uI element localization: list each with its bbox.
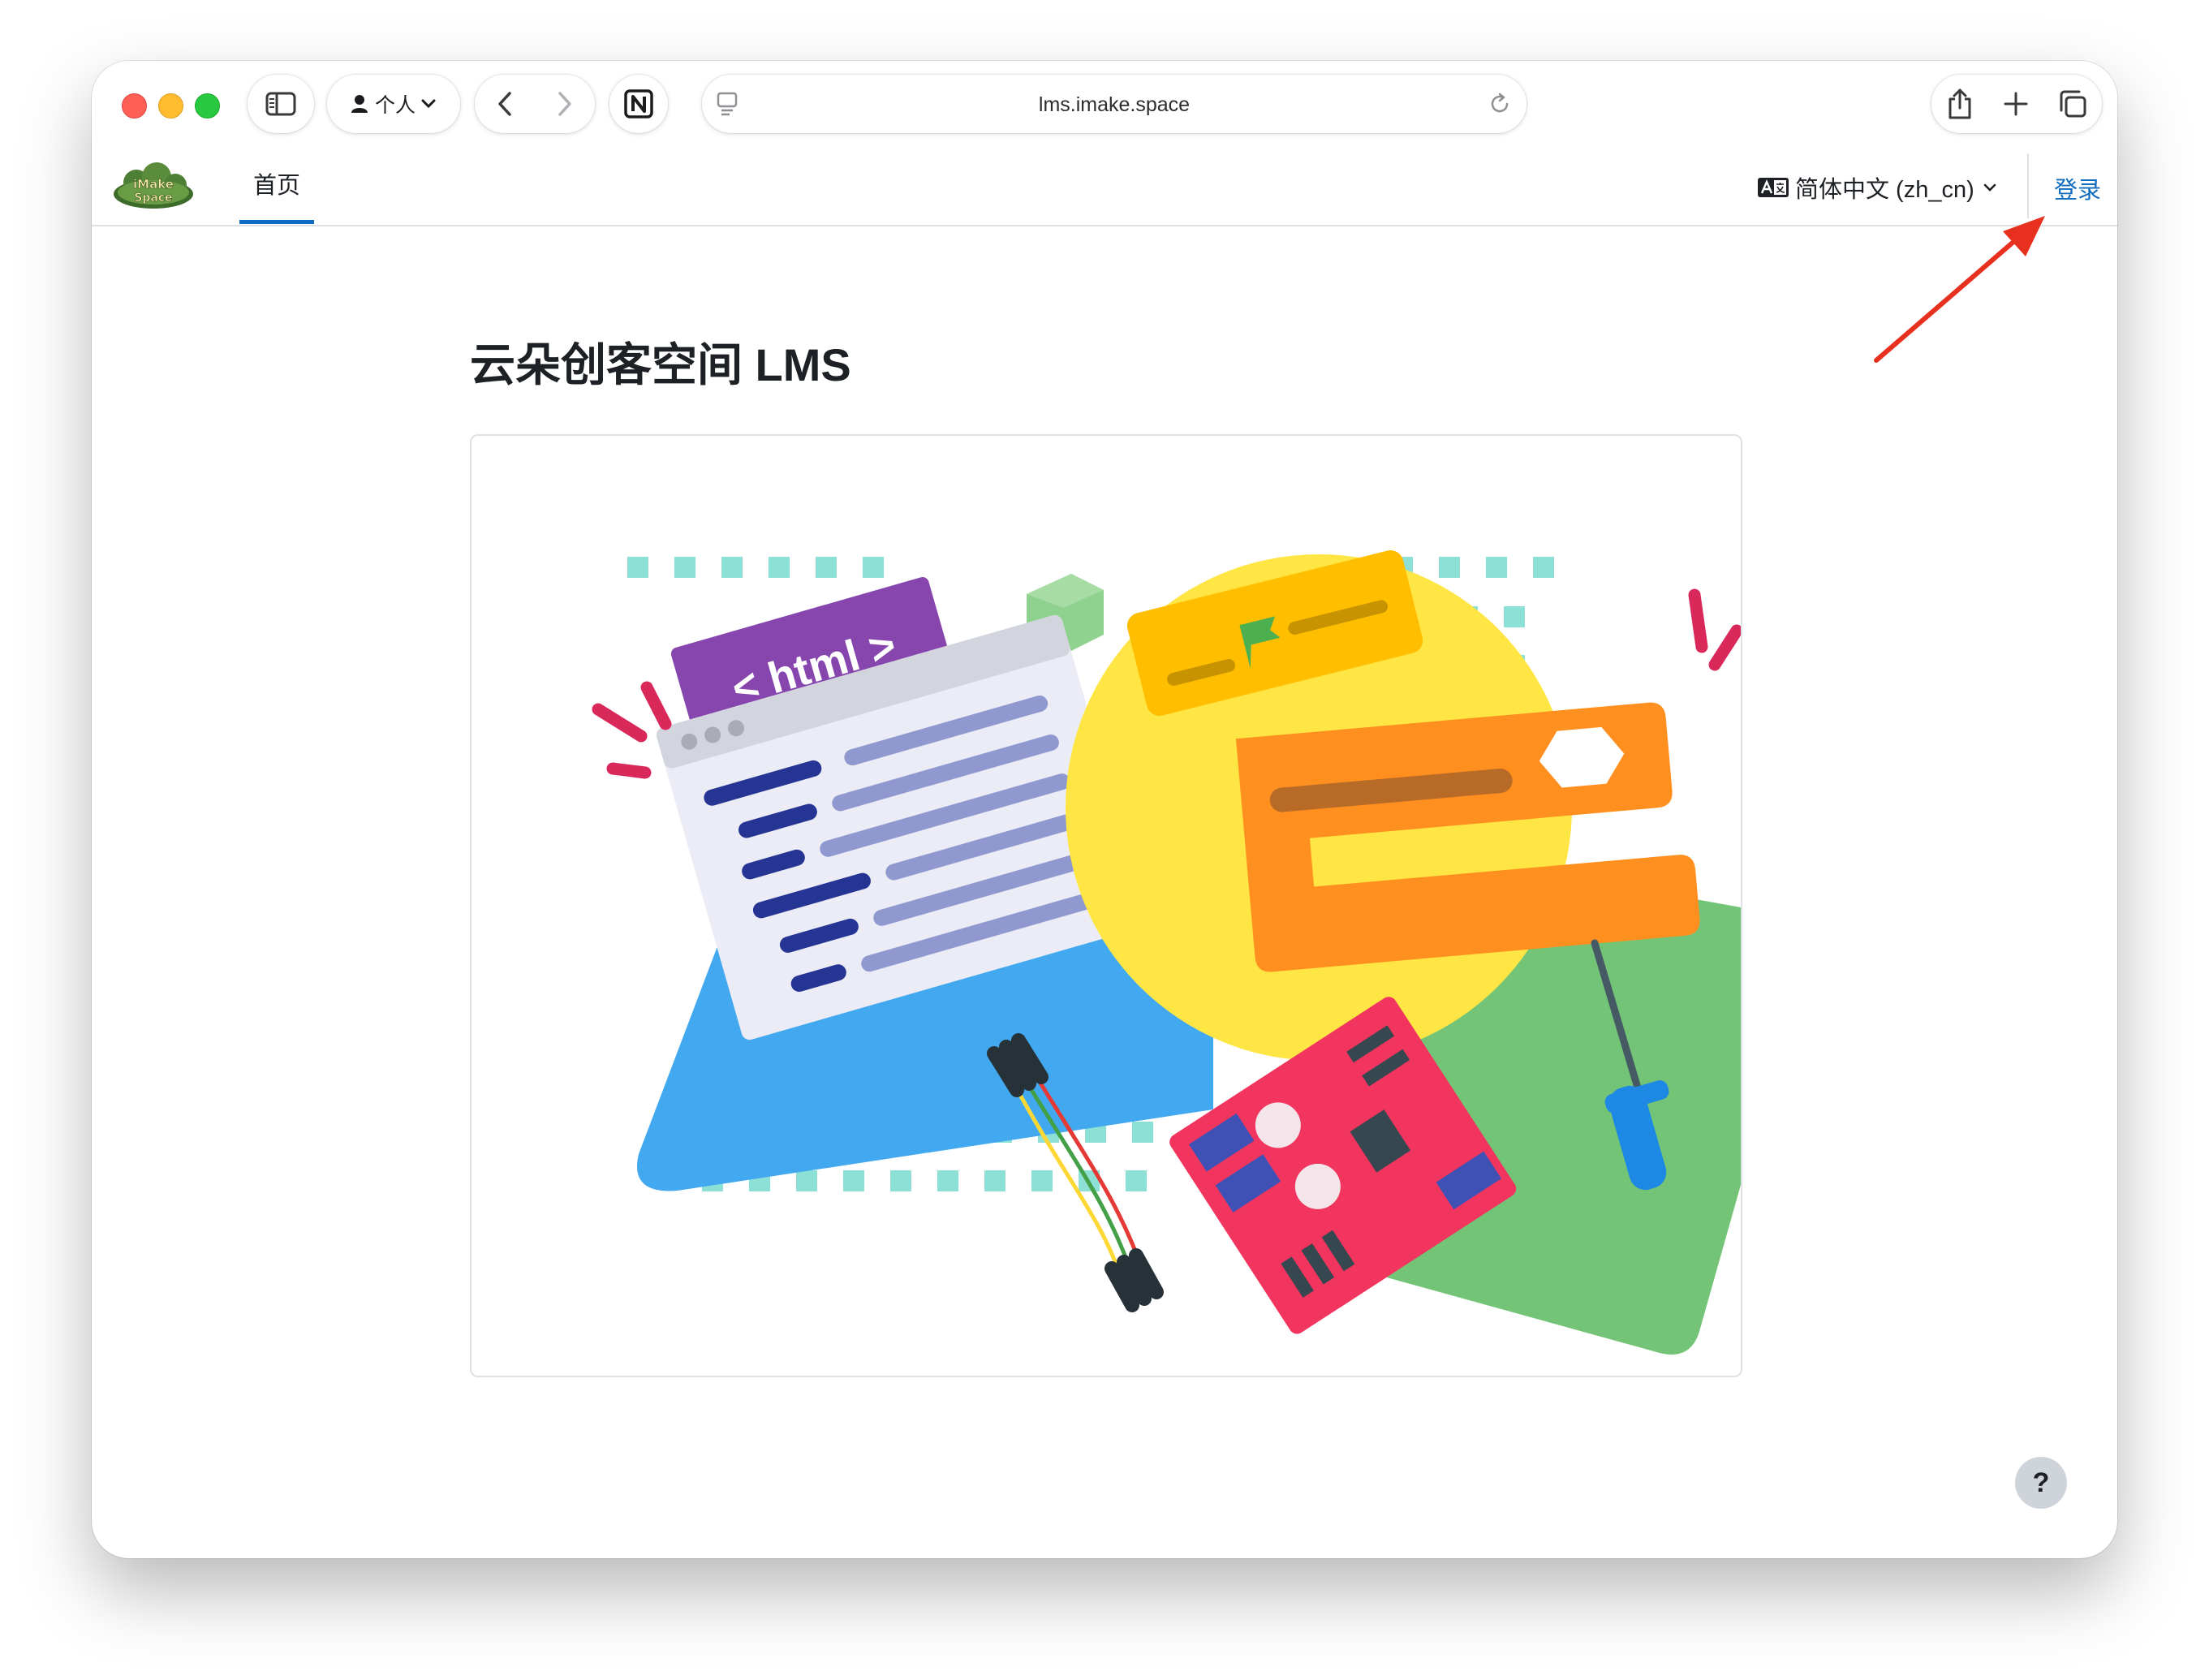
profile-menu-button[interactable]: 个人	[327, 75, 460, 133]
profile-label: 个人	[374, 94, 416, 117]
site-navbar: iMake Space 首页 简体中文 (zh_cn) 登录	[92, 149, 2117, 226]
login-link[interactable]: 登录	[2054, 171, 2101, 205]
sidebar-icon	[265, 92, 296, 116]
url-text: lms.imake.space	[1038, 93, 1191, 116]
logo-text-top: iMake	[133, 177, 174, 192]
minimize-window-button[interactable]	[158, 93, 183, 118]
forward-icon[interactable]	[555, 90, 575, 118]
new-tab-icon[interactable]	[2003, 91, 2029, 117]
site-logo[interactable]: iMake Space	[112, 162, 195, 210]
reload-icon[interactable]	[1488, 92, 1512, 116]
back-icon[interactable]	[495, 90, 515, 118]
active-tab-indicator	[239, 220, 314, 224]
navbar-divider	[2027, 153, 2029, 218]
history-nav	[475, 75, 595, 133]
browser-toolbar: 个人 lms.imake.space	[92, 61, 2117, 149]
person-icon	[351, 95, 368, 113]
maximize-window-button[interactable]	[195, 93, 220, 118]
chevron-down-icon	[1983, 183, 1996, 192]
address-bar[interactable]: lms.imake.space	[702, 75, 1526, 133]
language-label: 简体中文 (zh_cn)	[1795, 177, 1974, 203]
window-actions	[1931, 75, 2102, 133]
share-icon[interactable]	[1946, 88, 1974, 120]
browser-window: 个人 lms.imake.space iMake Space 首页 简体中文 (…	[92, 61, 2117, 1558]
chevron-down-icon	[421, 99, 436, 109]
sidebar-toggle-button[interactable]	[248, 75, 314, 133]
notion-extension-button[interactable]	[609, 75, 668, 133]
help-button[interactable]: ?	[2015, 1457, 2067, 1509]
hero-card: < html >	[470, 434, 1742, 1377]
notion-icon	[624, 89, 653, 118]
page-title: 云朵创客空间 LMS	[470, 339, 851, 390]
hero-illustration: < html >	[592, 550, 1741, 1355]
logo-text-bottom: Space	[134, 192, 172, 205]
language-menu[interactable]: 简体中文 (zh_cn)	[1758, 171, 1997, 204]
close-window-button[interactable]	[122, 93, 147, 118]
translate-icon	[1758, 178, 1789, 197]
tab-overview-icon[interactable]	[2058, 89, 2087, 118]
nav-home-link[interactable]: 首页	[239, 149, 314, 223]
